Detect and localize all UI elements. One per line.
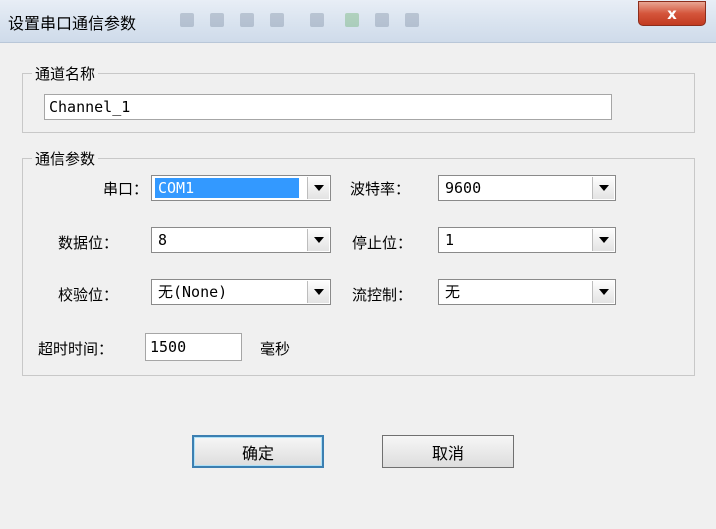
window-title: 设置串口通信参数 (8, 14, 137, 33)
comm-params-group-label: 通信参数 (32, 148, 99, 169)
baud-label: 波特率： (350, 180, 411, 198)
timeout-unit-label: 毫秒 (260, 340, 291, 358)
baud-dropdown-button[interactable] (592, 177, 614, 199)
background-toolbar-ghost (170, 9, 470, 31)
chevron-down-icon (598, 237, 609, 243)
databits-dropdown-button[interactable] (307, 229, 329, 251)
databits-select[interactable]: 8 (151, 227, 331, 253)
flow-control-label: 流控制： (352, 286, 413, 304)
stopbits-label: 停止位： (352, 234, 413, 252)
parity-value: 无(None) (158, 283, 228, 301)
chevron-down-icon (598, 185, 609, 191)
ok-button[interactable]: 确定 (192, 435, 324, 468)
channel-name-group-label: 通道名称 (32, 63, 99, 84)
chevron-down-icon (313, 185, 324, 191)
flow-control-value: 无 (445, 283, 461, 301)
cancel-button[interactable]: 取消 (382, 435, 514, 468)
baud-select[interactable]: 9600 (438, 175, 616, 201)
stopbits-select[interactable]: 1 (438, 227, 616, 253)
parity-select[interactable]: 无(None) (151, 279, 331, 305)
title-bar[interactable]: 设置串口通信参数 x (0, 0, 716, 43)
chevron-down-icon (598, 289, 609, 295)
port-label: 串口： (103, 180, 149, 198)
stopbits-dropdown-button[interactable] (592, 229, 614, 251)
databits-label: 数据位： (58, 234, 119, 252)
timeout-label: 超时时间： (38, 340, 114, 358)
chevron-down-icon (313, 237, 324, 243)
flow-control-dropdown-button[interactable] (592, 281, 614, 303)
close-icon: x (667, 4, 677, 23)
port-select[interactable]: COM1 (151, 175, 331, 201)
parity-dropdown-button[interactable] (307, 281, 329, 303)
close-button[interactable]: x (638, 1, 706, 26)
channel-name-input[interactable] (44, 94, 612, 120)
flow-control-select[interactable]: 无 (438, 279, 616, 305)
stopbits-value: 1 (445, 231, 455, 249)
chevron-down-icon (313, 289, 324, 295)
timeout-input[interactable] (145, 333, 242, 361)
port-dropdown-button[interactable] (307, 177, 329, 199)
parity-label: 校验位： (58, 286, 119, 304)
baud-value: 9600 (445, 179, 482, 197)
databits-value: 8 (158, 231, 168, 249)
port-value: COM1 (155, 178, 299, 198)
